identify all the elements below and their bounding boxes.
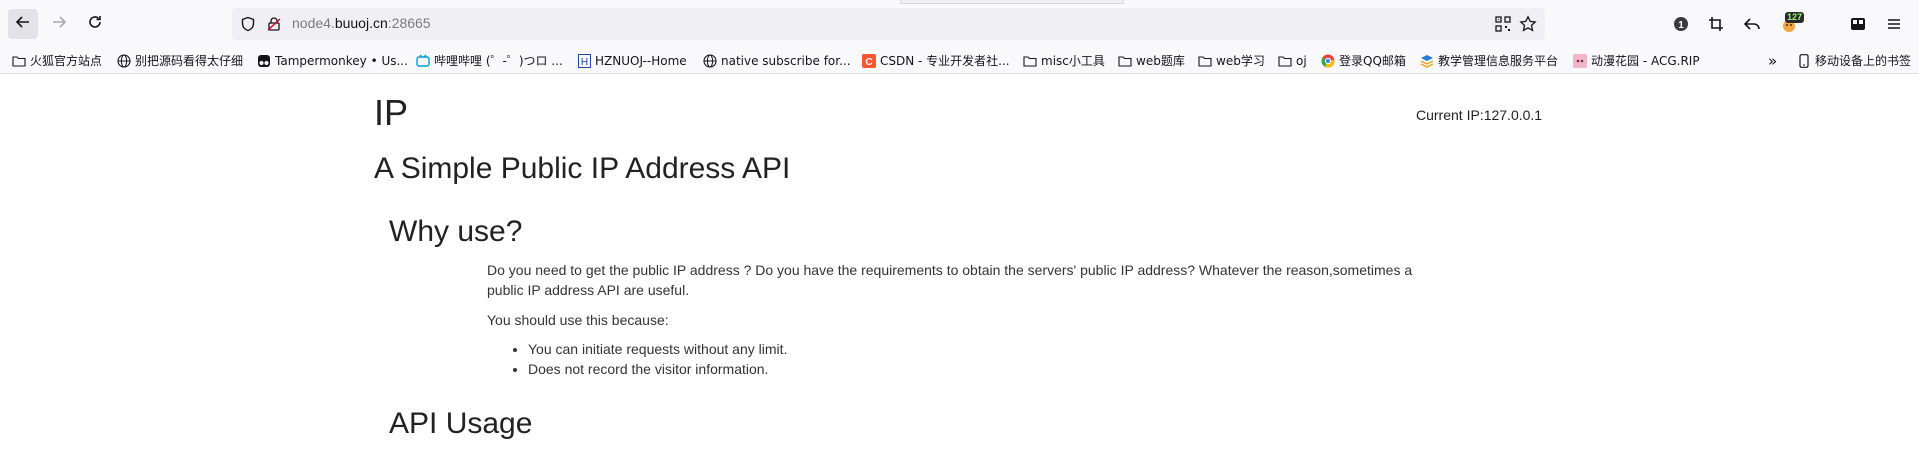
bookmark-item[interactable]: 别把源码看得太仔细 bbox=[117, 52, 243, 69]
extension-icon[interactable]: 127 bbox=[1777, 12, 1805, 36]
folder-icon bbox=[12, 54, 26, 68]
page-title: IP bbox=[374, 92, 409, 133]
bookmark-label: CSDN - 专业开发者社... bbox=[880, 54, 1010, 68]
bookmark-label: web题库 bbox=[1136, 54, 1185, 68]
bookmark-label: 火狐官方站点 bbox=[30, 54, 103, 68]
mobile-device-icon bbox=[1797, 53, 1811, 68]
forward-arrow-icon bbox=[51, 14, 67, 35]
bookmarks-toolbar: 火狐官方站点 别把源码看得太仔细 Tampermonkey • Us... 哔哩… bbox=[0, 48, 1919, 74]
bookmark-label: 动漫花园 - ACG.RIP bbox=[1591, 54, 1700, 68]
bookmark-item[interactable]: web学习 bbox=[1198, 52, 1265, 69]
bookmarks-overflow-button[interactable]: » bbox=[1768, 51, 1778, 70]
bookmark-label: oj bbox=[1296, 53, 1307, 68]
bilibili-icon bbox=[416, 54, 430, 68]
hamburger-menu-icon[interactable] bbox=[1882, 12, 1906, 36]
bookmark-item[interactable]: 教学管理信息服务平台 bbox=[1420, 52, 1558, 69]
bookmark-item[interactable]: oj bbox=[1278, 52, 1307, 69]
csdn-icon: C bbox=[862, 53, 876, 68]
should-use-text: You should use this because: bbox=[487, 312, 669, 328]
browser-toolbar: node4.buuoj.cn:28665 1 127 bbox=[0, 0, 1919, 48]
password-manager-icon[interactable]: 1 bbox=[1669, 12, 1693, 36]
bookmark-item[interactable]: H HZNUOJ--Home bbox=[577, 52, 687, 69]
folder-icon bbox=[1278, 54, 1292, 68]
insecure-lock-icon[interactable] bbox=[266, 16, 282, 37]
forward-button[interactable] bbox=[44, 9, 74, 39]
extension-badge: 127 bbox=[1785, 12, 1805, 23]
bookmark-item[interactable]: 登录QQ邮箱 bbox=[1321, 52, 1406, 69]
bookmark-item[interactable]: 动漫花园 - ACG.RIP bbox=[1573, 52, 1700, 69]
bookmark-label: 教学管理信息服务平台 bbox=[1438, 54, 1559, 68]
qr-code-icon[interactable] bbox=[1495, 16, 1511, 37]
bookmark-item[interactable]: 火狐官方站点 bbox=[12, 52, 102, 69]
bookmark-label: 登录QQ邮箱 bbox=[1339, 54, 1406, 68]
bookmark-item[interactable]: web题库 bbox=[1118, 52, 1185, 69]
page-content: IP Current IP:127.0.0.1 A Simple Public … bbox=[0, 74, 1919, 450]
container-tabs-icon[interactable] bbox=[1846, 12, 1870, 36]
bookmark-label: 哔哩哔哩 (゜-゜)つロ ... bbox=[434, 54, 563, 68]
svg-text:C: C bbox=[865, 57, 872, 68]
list-item: You can initiate requests without any li… bbox=[528, 339, 787, 359]
tracking-protection-shield-icon[interactable] bbox=[240, 16, 256, 37]
current-ip-text: Current IP:127.0.0.1 bbox=[1416, 107, 1543, 123]
svg-text:H: H bbox=[580, 57, 587, 68]
address-bar[interactable]: node4.buuoj.cn:28665 bbox=[232, 8, 1545, 40]
bookmark-label: misc小工具 bbox=[1041, 54, 1105, 68]
anime-icon bbox=[1573, 53, 1587, 68]
bookmark-item[interactable]: C CSDN - 专业开发者社... bbox=[862, 52, 1010, 69]
page-subtitle: A Simple Public IP Address API bbox=[374, 152, 791, 185]
reasons-list: You can initiate requests without any li… bbox=[487, 339, 787, 379]
tooltip-stub bbox=[900, 0, 1124, 4]
folder-icon bbox=[1198, 54, 1212, 68]
bookmark-label: 移动设备上的书签 bbox=[1815, 54, 1912, 68]
platform-icon bbox=[1420, 54, 1434, 68]
url-port: :28665 bbox=[387, 15, 431, 31]
bookmark-label: 别把源码看得太仔细 bbox=[135, 54, 244, 68]
back-arrow-icon bbox=[15, 14, 31, 35]
chrome-icon bbox=[1321, 54, 1335, 68]
bookmark-label: web学习 bbox=[1216, 54, 1265, 68]
api-usage-heading: API Usage bbox=[389, 407, 533, 440]
globe-icon bbox=[703, 53, 717, 68]
folder-icon bbox=[1118, 54, 1132, 68]
url-prefix: node4. bbox=[292, 15, 335, 31]
reload-icon bbox=[87, 14, 103, 35]
bookmark-star-icon[interactable] bbox=[1519, 15, 1537, 38]
bookmark-label: HZNUOJ--Home bbox=[595, 53, 687, 68]
back-button[interactable] bbox=[8, 9, 38, 39]
bookmark-label: Tampermonkey • Us... bbox=[275, 53, 408, 68]
h-icon: H bbox=[577, 53, 591, 68]
bookmark-label: native subscribe for... bbox=[721, 53, 851, 68]
tampermonkey-icon bbox=[257, 54, 271, 68]
url-text[interactable]: node4.buuoj.cn:28665 bbox=[292, 15, 431, 31]
svg-text:1: 1 bbox=[1678, 20, 1684, 31]
reply-arrow-icon[interactable] bbox=[1740, 12, 1764, 36]
bookmark-item[interactable]: Tampermonkey • Us... bbox=[257, 52, 408, 69]
bookmark-item[interactable]: misc小工具 bbox=[1023, 52, 1105, 69]
url-host: buuoj.cn bbox=[334, 15, 388, 31]
bookmark-item[interactable]: 哔哩哔哩 (゜-゜)つロ ... bbox=[416, 52, 563, 69]
chevron-double-right-icon: » bbox=[1768, 51, 1778, 70]
bookmark-item[interactable]: native subscribe for... bbox=[703, 52, 851, 69]
why-use-paragraph: Do you need to get the public IP address… bbox=[487, 262, 1413, 298]
reload-button[interactable] bbox=[80, 9, 110, 39]
globe-icon bbox=[117, 53, 131, 68]
why-use-heading: Why use? bbox=[389, 215, 523, 248]
mobile-bookmarks-item[interactable]: 移动设备上的书签 bbox=[1797, 52, 1911, 69]
crop-screenshot-icon[interactable] bbox=[1704, 12, 1728, 36]
list-item: Does not record the visitor information. bbox=[528, 359, 787, 379]
folder-icon bbox=[1023, 54, 1037, 68]
